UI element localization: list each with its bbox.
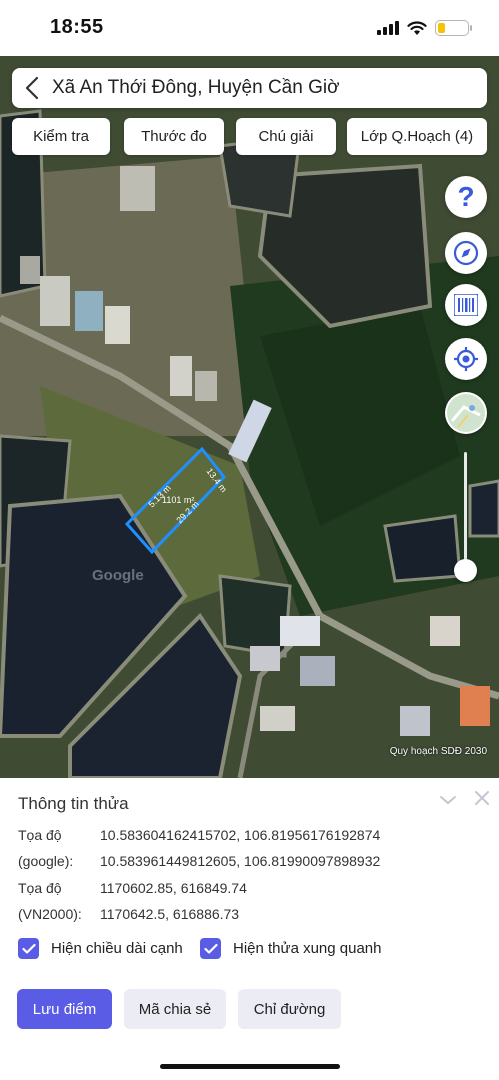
coord-row-vn2000-2: (VN2000): 1170642.5, 616886.73 bbox=[18, 906, 239, 922]
signal-icon bbox=[377, 21, 399, 35]
coord-value: 10.583604162415702, 106.81956176192874 bbox=[100, 827, 381, 843]
status-icons bbox=[377, 20, 472, 36]
coord-value: 1170642.5, 616886.73 bbox=[100, 906, 240, 922]
map-layer-icon bbox=[447, 394, 485, 432]
coord-label: Tọa độ bbox=[18, 880, 62, 896]
satellite-imagery: 13.4 m 5.13 m 29.2 m 1101 m² Google bbox=[0, 56, 499, 778]
map-credit: Quy hoạch SDĐ 2030 bbox=[389, 746, 487, 757]
map-view[interactable]: 13.4 m 5.13 m 29.2 m 1101 m² Google Xã A… bbox=[0, 56, 499, 778]
map-toolbar: Kiểm tra Thước đo Chú giải Lớp Q.Hoạch (… bbox=[12, 118, 487, 155]
locate-icon bbox=[454, 347, 478, 371]
coord-value: 10.583961449812605, 106.81990097898932 bbox=[100, 853, 381, 869]
coord-label: Tọa độ bbox=[18, 827, 62, 843]
compass-button[interactable] bbox=[445, 232, 487, 274]
search-bar[interactable]: Xã An Thới Đông, Huyện Cần Giờ bbox=[12, 68, 487, 108]
home-indicator[interactable] bbox=[160, 1064, 340, 1069]
map-watermark: Google bbox=[92, 567, 144, 584]
parcel-area-label: 1101 m² bbox=[162, 495, 194, 505]
zoom-slider-handle[interactable] bbox=[454, 559, 477, 582]
show-edge-length-label: Hiện chiều dài cạnh bbox=[51, 940, 183, 957]
parcel-info-panel: Thông tin thửa Tọa độ 10.583604162415702… bbox=[0, 778, 499, 1080]
tab-kiem-tra[interactable]: Kiểm tra bbox=[12, 118, 110, 155]
help-icon: ? bbox=[457, 181, 475, 212]
close-icon[interactable] bbox=[472, 788, 492, 808]
status-time: 18:55 bbox=[50, 16, 104, 38]
save-point-button[interactable]: Lưu điểm bbox=[17, 989, 112, 1029]
locate-button[interactable] bbox=[445, 338, 487, 380]
show-neighbor-parcels-label: Hiện thửa xung quanh bbox=[233, 940, 382, 957]
back-icon[interactable] bbox=[12, 68, 52, 108]
status-bar: 18:55 bbox=[0, 0, 499, 56]
chevron-down-icon[interactable] bbox=[438, 790, 458, 810]
coord-row-google-1: Tọa độ 10.583604162415702, 106.819561761… bbox=[18, 827, 380, 843]
share-code-button[interactable]: Mã chia sẻ bbox=[124, 989, 226, 1029]
battery-icon bbox=[435, 20, 472, 36]
battery-fill bbox=[438, 23, 445, 33]
panel-title: Thông tin thửa bbox=[18, 794, 129, 813]
coord-value: 1170602.85, 616849.74 bbox=[100, 880, 247, 896]
show-neighbor-parcels-checkbox[interactable] bbox=[200, 938, 221, 959]
compass-icon bbox=[453, 240, 479, 266]
checkmark-icon bbox=[21, 943, 36, 954]
coord-label: (VN2000): bbox=[18, 906, 82, 922]
coord-label: (google): bbox=[18, 853, 74, 869]
barcode-icon bbox=[454, 294, 478, 316]
tab-thuoc-do[interactable]: Thước đo bbox=[124, 118, 224, 155]
coord-row-vn2000-1: Tọa độ 1170602.85, 616849.74 bbox=[18, 880, 247, 896]
coord-row-google-2: (google): 10.583961449812605, 106.819900… bbox=[18, 853, 380, 869]
show-neighbor-parcels-toggle[interactable]: Hiện thửa xung quanh bbox=[200, 938, 381, 959]
show-edge-length-toggle[interactable]: Hiện chiều dài cạnh bbox=[18, 938, 183, 959]
barcode-button[interactable] bbox=[445, 284, 487, 326]
zoom-slider-track[interactable] bbox=[464, 452, 467, 572]
show-edge-length-checkbox[interactable] bbox=[18, 938, 39, 959]
tab-chu-giai[interactable]: Chú giải bbox=[236, 118, 336, 155]
location-title: Xã An Thới Đông, Huyện Cần Giờ bbox=[52, 77, 340, 98]
checkmark-icon bbox=[203, 943, 218, 954]
tab-lop-quy-hoach[interactable]: Lớp Q.Hoạch (4) bbox=[347, 118, 487, 155]
help-button[interactable]: ? bbox=[445, 176, 487, 218]
directions-button[interactable]: Chỉ đường bbox=[238, 989, 341, 1029]
wifi-icon bbox=[407, 20, 427, 35]
map-layer-button[interactable] bbox=[445, 392, 487, 434]
